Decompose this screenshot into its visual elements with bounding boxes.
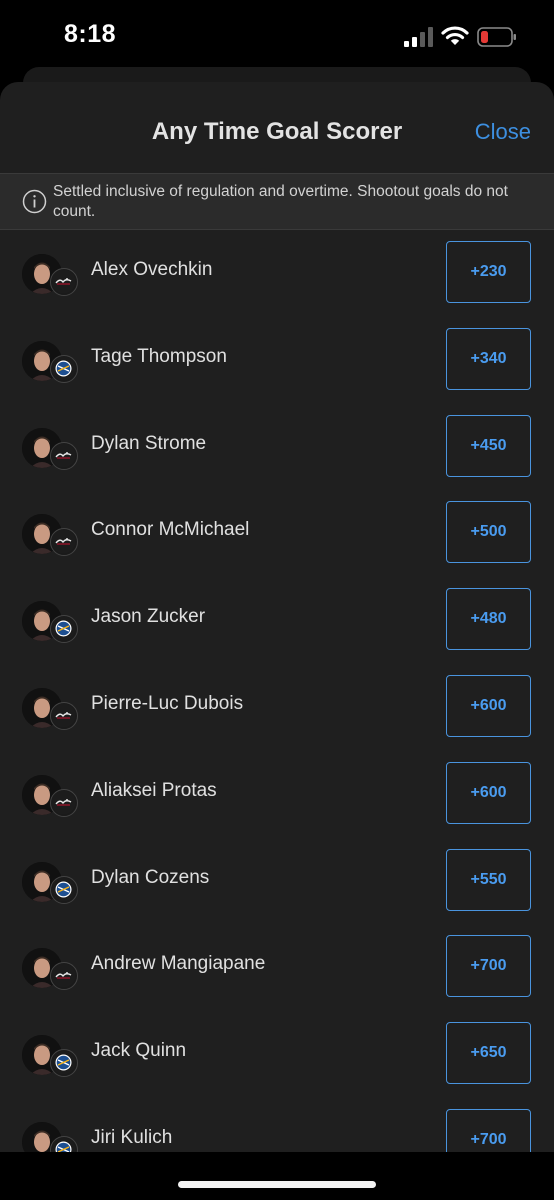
- goal-scorer-sheet: Any Time Goal Scorer Close Settled inclu…: [0, 82, 554, 1200]
- status-bar: 8:18: [0, 0, 554, 70]
- odds-button[interactable]: +480: [446, 588, 531, 651]
- sheet-header: Any Time Goal Scorer Close: [0, 82, 554, 172]
- player-row: Alex Ovechkin +230: [0, 230, 554, 317]
- player-row: Dylan Cozens +550: [0, 838, 554, 925]
- odds-button[interactable]: +600: [446, 761, 531, 824]
- sabres-logo-icon: [50, 875, 78, 904]
- sabres-logo-icon: [50, 354, 78, 383]
- player-name: Dylan Cozens: [91, 866, 210, 888]
- status-time: 8:18: [64, 20, 117, 48]
- odds-button[interactable]: +700: [446, 935, 531, 998]
- player-row: Andrew Mangiapane +700: [0, 924, 554, 1011]
- info-icon: [22, 189, 47, 214]
- capitals-logo-icon: [50, 788, 78, 817]
- player-list: Alex Ovechkin +230 Tage Thompson +340 Dy…: [0, 230, 554, 1185]
- capitals-logo-icon: [50, 528, 78, 557]
- home-bar: [0, 1152, 554, 1200]
- odds-button[interactable]: +600: [446, 674, 531, 737]
- odds-button[interactable]: +230: [446, 241, 531, 303]
- capitals-logo-icon: [50, 441, 78, 470]
- player-name: Pierre-Luc Dubois: [91, 692, 244, 714]
- sabres-logo-icon: [50, 615, 78, 644]
- player-row: Tage Thompson +340: [0, 317, 554, 404]
- odds-button[interactable]: +500: [446, 501, 531, 564]
- battery-icon: [477, 27, 516, 47]
- player-name: Tage Thompson: [91, 345, 227, 367]
- capitals-logo-icon: [50, 962, 78, 991]
- player-name: Andrew Mangiapane: [91, 953, 266, 975]
- player-name: Alex Ovechkin: [91, 259, 213, 280]
- odds-button[interactable]: +450: [446, 414, 531, 477]
- player-name: Jiri Kulich: [91, 1126, 173, 1148]
- player-name: Connor McMichael: [91, 519, 250, 541]
- home-indicator[interactable]: [178, 1181, 376, 1188]
- player-row: Pierre-Luc Dubois +600: [0, 664, 554, 751]
- player-row: Aliaksei Protas +600: [0, 751, 554, 838]
- info-text: Settled inclusive of regulation and over…: [53, 183, 508, 220]
- player-name: Jack Quinn: [91, 1040, 187, 1062]
- player-row: Connor McMichael +500: [0, 490, 554, 577]
- player-name: Jason Zucker: [91, 606, 206, 628]
- capitals-logo-icon: [50, 701, 78, 730]
- sabres-logo-icon: [50, 1049, 78, 1078]
- close-button[interactable]: Close: [475, 119, 531, 145]
- info-banner: Settled inclusive of regulation and over…: [0, 173, 554, 230]
- odds-button[interactable]: +340: [446, 327, 531, 390]
- player-name: Aliaksei Protas: [91, 779, 217, 801]
- odds-button[interactable]: +550: [446, 848, 531, 911]
- player-name: Dylan Strome: [91, 432, 207, 454]
- player-row: Jason Zucker +480: [0, 577, 554, 664]
- capitals-logo-icon: [50, 268, 78, 296]
- wifi-icon: [441, 26, 469, 45]
- player-row: Dylan Strome +450: [0, 404, 554, 491]
- signal-icon: [404, 27, 433, 47]
- player-row: Jack Quinn +650: [0, 1011, 554, 1098]
- odds-button[interactable]: +650: [446, 1022, 531, 1085]
- sheet-title: Any Time Goal Scorer: [151, 118, 403, 145]
